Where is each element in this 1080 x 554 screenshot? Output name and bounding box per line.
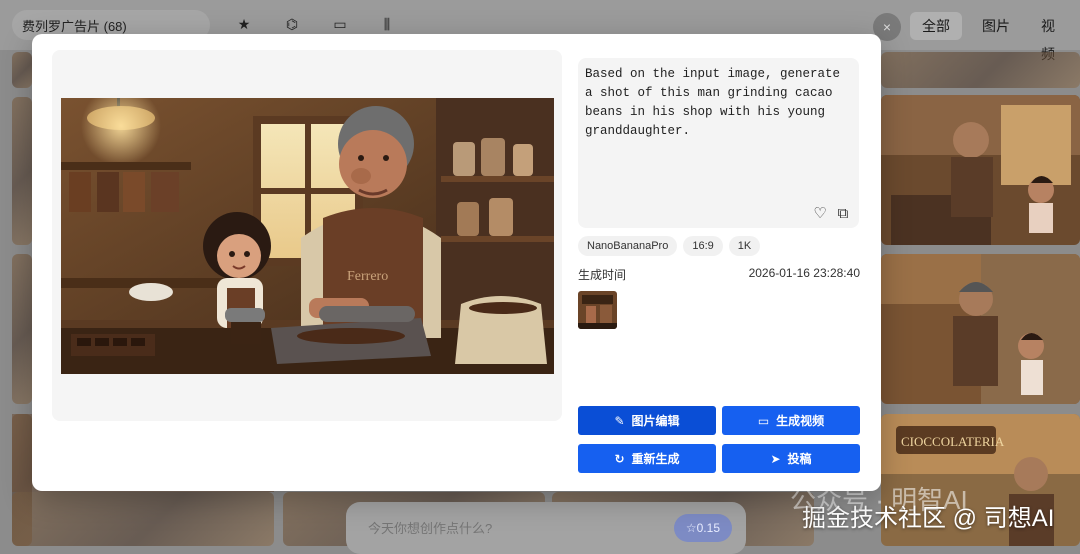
regenerate-label: 重新生成 <box>631 452 680 466</box>
regenerate-button[interactable]: ↻ 重新生成 <box>578 444 716 473</box>
create-prompt-input[interactable] <box>366 519 670 537</box>
folder-move-icon[interactable]: ▭ <box>332 16 348 32</box>
svg-text:CIOCCOLATERIA: CIOCCOLATERIA <box>901 434 1005 449</box>
share-icon[interactable]: ⌬ <box>284 16 300 32</box>
generated-time-label: 生成时间 <box>578 268 627 282</box>
tag-model: NanoBananaPro <box>578 236 678 256</box>
tag-resolution: 1K <box>728 236 761 256</box>
sliders-icon[interactable]: ⫼ <box>379 16 395 32</box>
tab-images[interactable]: 图片 <box>970 12 1022 40</box>
pencil-icon: ✎ <box>614 413 625 428</box>
image-detail-modal: Ferrero Based on the input image, genera… <box>32 34 881 491</box>
video-icon: ▭ <box>757 413 770 428</box>
gallery-thumbnail[interactable] <box>881 254 1080 404</box>
star-icon[interactable]: ★ <box>236 16 252 32</box>
generate-video-button[interactable]: ▭ 生成视频 <box>722 406 860 435</box>
create-prompt-bar: ☆0.15 <box>346 502 746 554</box>
tab-all[interactable]: 全部 <box>910 12 962 40</box>
image-preview-panel: Ferrero <box>52 50 562 421</box>
generate-video-label: 生成视频 <box>776 414 825 428</box>
gallery-thumbnail[interactable] <box>881 52 1080 88</box>
prompt-panel: Based on the input image, generate a sho… <box>578 58 859 228</box>
image-brand-text: Ferrero <box>347 269 388 284</box>
generated-image[interactable]: Ferrero <box>61 98 554 374</box>
edit-image-label: 图片编辑 <box>631 414 680 428</box>
gallery-thumbnail[interactable] <box>12 97 32 245</box>
refresh-icon: ↻ <box>614 451 625 466</box>
gallery-thumbnail[interactable] <box>12 254 32 404</box>
heart-icon[interactable]: ♡ <box>811 205 829 223</box>
gallery-thumbnail[interactable] <box>12 492 274 546</box>
generation-tags: NanoBananaPro 16:9 1K <box>578 236 761 256</box>
submit-label: 投稿 <box>787 452 812 466</box>
prompt-text: Based on the input image, generate a sho… <box>585 67 841 138</box>
send-icon: ➤ <box>770 451 781 466</box>
reference-image-thumbnail[interactable] <box>578 291 617 329</box>
generated-time-value: 2026-01-16 23:28:40 <box>748 266 860 280</box>
tab-videos[interactable]: 视频 <box>1029 12 1080 62</box>
submit-button[interactable]: ➤ 投稿 <box>722 444 860 473</box>
watermark-juejin: 掘金技术社区 @ 司想AI <box>802 505 1055 532</box>
credit-button[interactable]: ☆0.15 <box>673 514 732 542</box>
tag-aspect-ratio: 16:9 <box>683 236 723 256</box>
edit-image-button[interactable]: ✎ 图片编辑 <box>578 406 716 435</box>
gallery-thumbnail[interactable] <box>881 95 1080 245</box>
copy-icon[interactable]: ⧉ <box>834 205 852 223</box>
gallery-thumbnail[interactable] <box>12 52 32 88</box>
